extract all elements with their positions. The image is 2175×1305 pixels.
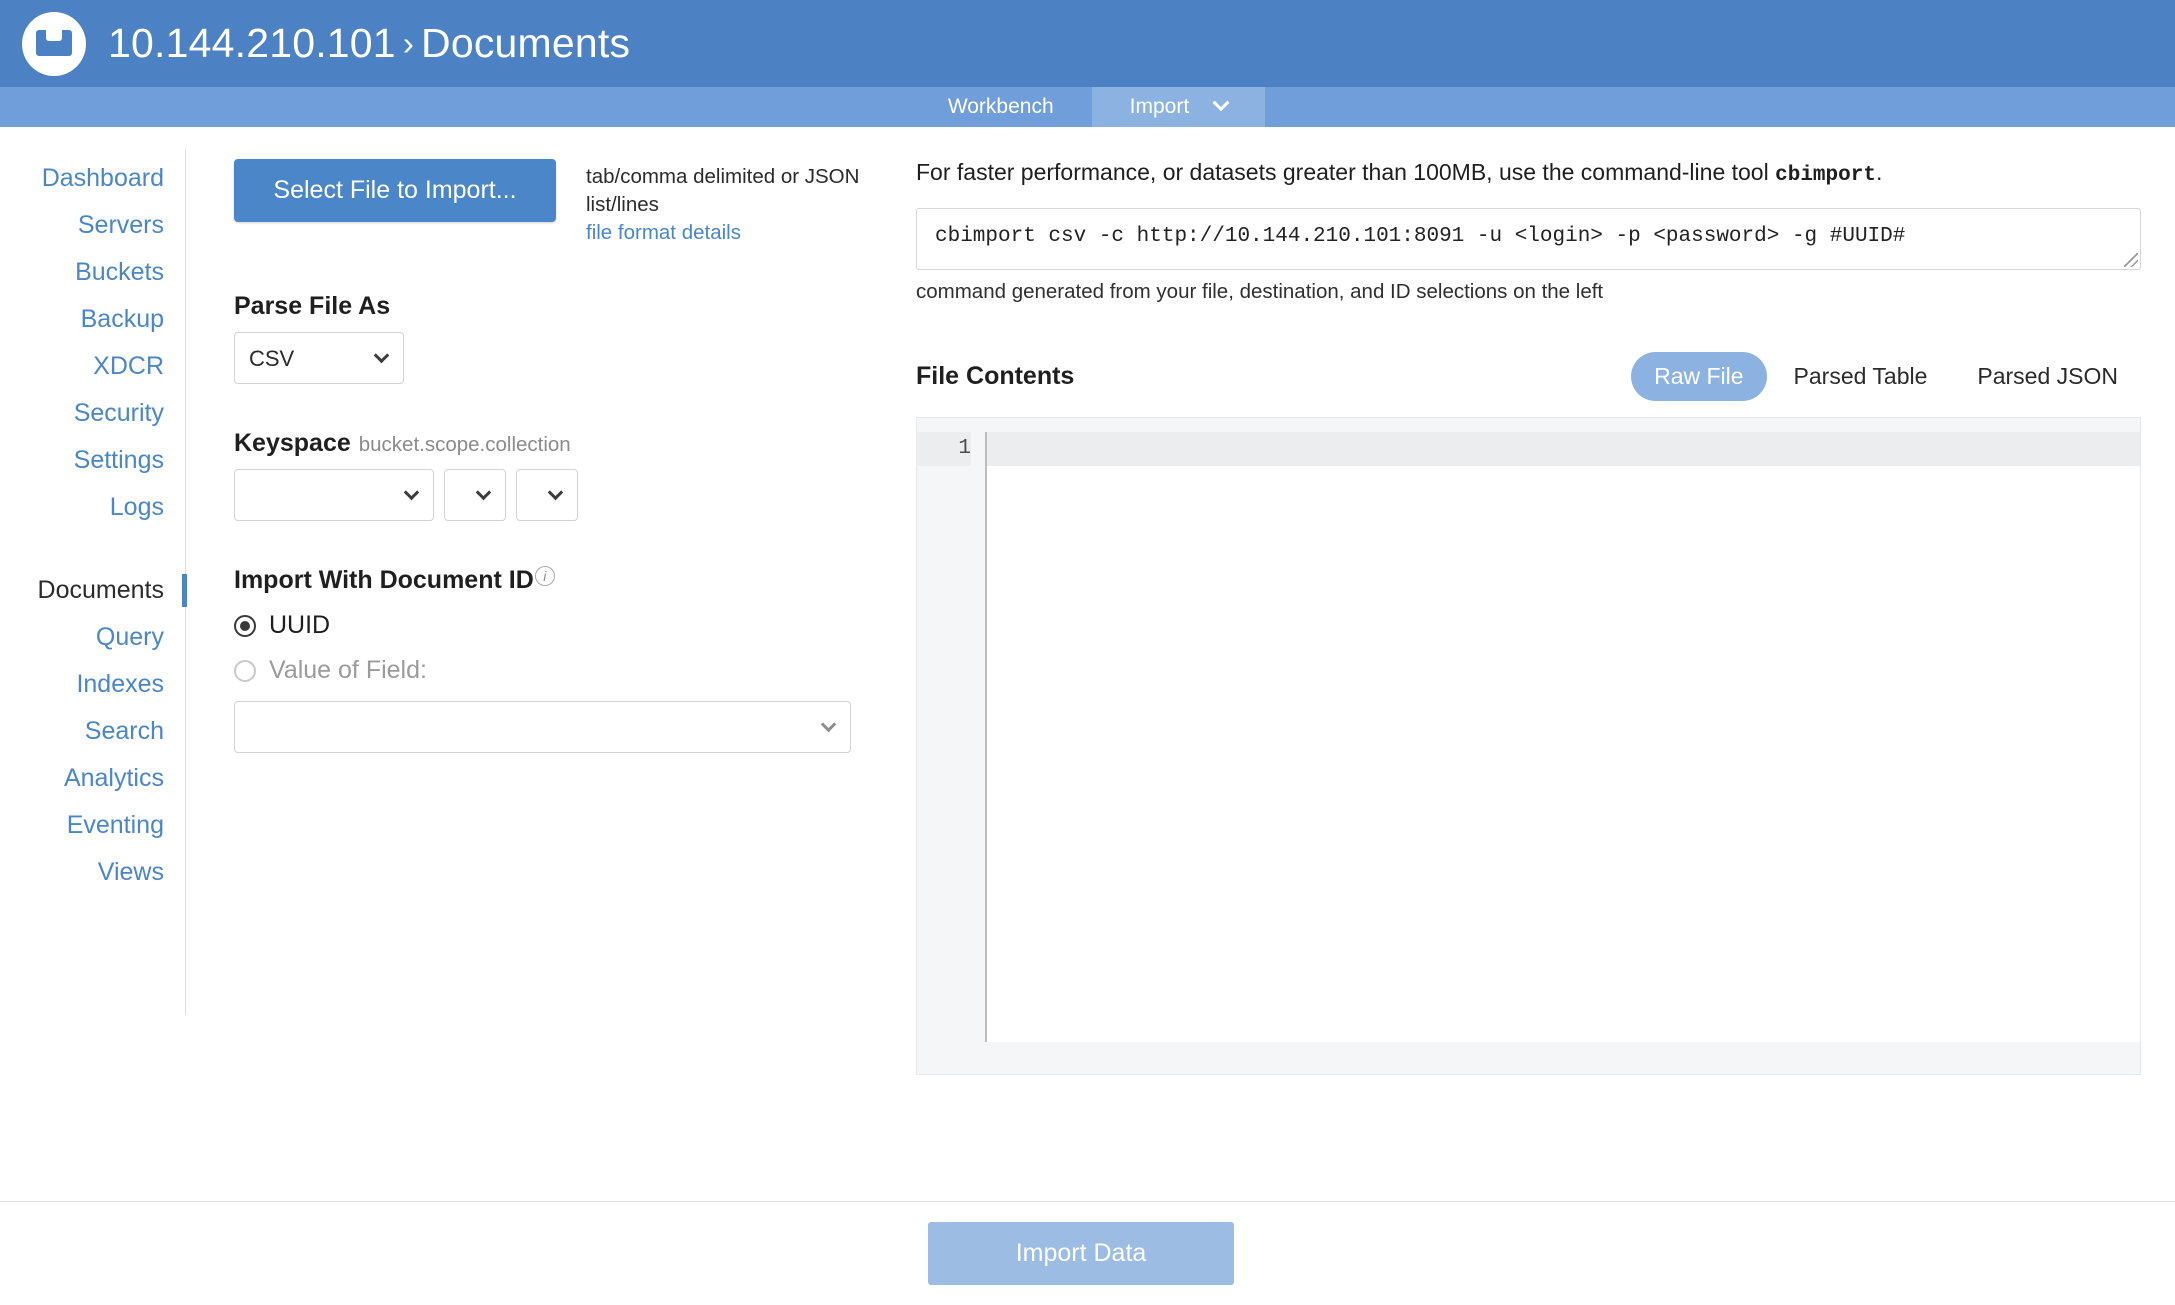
keyspace-title-label: Keyspace — [234, 429, 351, 457]
couchbase-logo-icon — [22, 11, 86, 76]
cbimport-intro: For faster performance, or datasets grea… — [916, 159, 2141, 187]
sidebar-divider — [0, 531, 186, 567]
import-data-button[interactable]: Import Data — [928, 1222, 1234, 1285]
collection-select[interactable] — [516, 469, 578, 521]
cbimport-intro-suffix: . — [1875, 159, 1883, 185]
cbimport-intro-prefix: For faster performance, or datasets grea… — [916, 159, 1776, 185]
cbimport-command-textarea[interactable]: cbimport csv -c http://10.144.210.101:80… — [916, 208, 2141, 270]
tab-import[interactable]: Import — [1091, 87, 1266, 127]
file-format-hint: tab/comma delimited or JSON list/lines f… — [586, 159, 876, 247]
file-contents-title: File Contents — [916, 362, 1075, 390]
toggle-parsed-json[interactable]: Parsed JSON — [1954, 352, 2141, 401]
editor-line-number-gutter: 1 — [917, 432, 985, 1042]
sidebar-item-search[interactable]: Search — [0, 708, 186, 755]
radio-field-indicator — [234, 659, 256, 682]
radio-uuid-indicator — [234, 614, 256, 637]
bucket-select-wrap — [234, 469, 434, 521]
editor-inner: 1 — [917, 432, 2140, 1042]
breadcrumb-section: Documents — [421, 20, 631, 66]
keyspace-title: Keyspace bucket.scope.collection — [234, 429, 876, 458]
document-id-field-select-wrap — [234, 701, 851, 753]
document-id-field-select[interactable] — [234, 701, 851, 753]
cbimport-command-caption: command generated from your file, destin… — [916, 280, 1604, 303]
page-body: Dashboard Servers Buckets Backup XDCR Se… — [0, 127, 2175, 1201]
parse-file-as-select[interactable]: CSV — [234, 332, 404, 384]
cbimport-tool-name: cbimport — [1775, 164, 1876, 187]
app-header: 10.144.210.101 › Documents — [0, 0, 2175, 87]
sidebar-item-security[interactable]: Security — [0, 390, 186, 437]
sidebar-item-indexes[interactable]: Indexes — [0, 661, 186, 708]
breadcrumb: 10.144.210.101 › Documents — [108, 20, 630, 67]
sidebar-item-buckets[interactable]: Buckets — [0, 249, 186, 296]
keyspace-select-row — [234, 469, 876, 521]
radio-document-id-uuid[interactable]: UUID — [234, 611, 876, 640]
editor-active-line — [987, 432, 2140, 466]
file-contents-header: File Contents Raw File Parsed Table Pars… — [916, 352, 2141, 401]
sidebar-item-views[interactable]: Views — [0, 849, 186, 896]
radio-document-id-field[interactable]: Value of Field: — [234, 656, 876, 685]
radio-uuid-label: UUID — [269, 611, 331, 639]
sidebar-item-servers[interactable]: Servers — [0, 202, 186, 249]
toggle-parsed-table[interactable]: Parsed Table — [1771, 352, 1951, 401]
sidebar-item-settings[interactable]: Settings — [0, 437, 186, 484]
file-view-toggle-group: Raw File Parsed Table Parsed JSON — [1631, 352, 2141, 401]
resize-handle-icon[interactable] — [2124, 253, 2138, 267]
sidebar-item-analytics[interactable]: Analytics — [0, 755, 186, 802]
file-hint-line-1: tab/comma delimited or JSON — [586, 165, 860, 188]
keyspace-subtitle: bucket.scope.collection — [358, 433, 571, 456]
file-hint-line-2: list/lines — [586, 193, 659, 216]
parse-file-as-select-wrap: CSV — [234, 332, 404, 384]
import-options-panel: Select File to Import... tab/comma delim… — [186, 127, 876, 1201]
sidebar-item-eventing[interactable]: Eventing — [0, 802, 186, 849]
file-format-details-link[interactable]: file format details — [586, 219, 876, 247]
radio-field-label: Value of Field: — [269, 656, 427, 684]
breadcrumb-host: 10.144.210.101 — [108, 20, 396, 66]
file-select-row: Select File to Import... tab/comma delim… — [234, 159, 876, 247]
tab-import-label: Import — [1129, 95, 1190, 118]
page-footer: Import Data — [0, 1201, 2175, 1305]
editor-code-area[interactable] — [985, 432, 2140, 1042]
sidebar-item-logs[interactable]: Logs — [0, 484, 186, 531]
file-contents-editor[interactable]: 1 — [916, 417, 2141, 1075]
tab-workbench-label: Workbench — [947, 95, 1054, 118]
sidebar: Dashboard Servers Buckets Backup XDCR Se… — [0, 127, 187, 1201]
cbimport-panel: For faster performance, or datasets grea… — [876, 127, 2175, 1201]
select-file-button[interactable]: Select File to Import... — [234, 159, 556, 222]
line-number: 1 — [917, 432, 971, 466]
cbimport-command-text: cbimport csv -c http://10.144.210.101:80… — [935, 225, 1906, 248]
info-icon[interactable]: i — [534, 566, 555, 586]
tab-bar: Workbench Import — [0, 87, 2175, 127]
document-id-title-label: Import With Document ID — [234, 566, 534, 594]
chevron-down-icon — [1212, 94, 1230, 112]
scope-select[interactable] — [444, 469, 506, 521]
breadcrumb-separator-icon: › — [402, 25, 415, 62]
toggle-raw-file[interactable]: Raw File — [1631, 352, 1767, 401]
scope-select-wrap — [444, 469, 506, 521]
sidebar-item-backup[interactable]: Backup — [0, 296, 186, 343]
document-id-title: Import With Document ID i — [234, 566, 876, 595]
sidebar-item-documents[interactable]: Documents — [0, 567, 187, 614]
collection-select-wrap — [516, 469, 578, 521]
bucket-select[interactable] — [234, 469, 434, 521]
parse-file-as-title: Parse File As — [234, 292, 391, 320]
sidebar-item-xdcr[interactable]: XDCR — [0, 343, 186, 390]
sidebar-item-dashboard[interactable]: Dashboard — [0, 155, 186, 202]
tab-workbench[interactable]: Workbench — [910, 87, 1092, 127]
sidebar-item-query[interactable]: Query — [0, 614, 186, 661]
